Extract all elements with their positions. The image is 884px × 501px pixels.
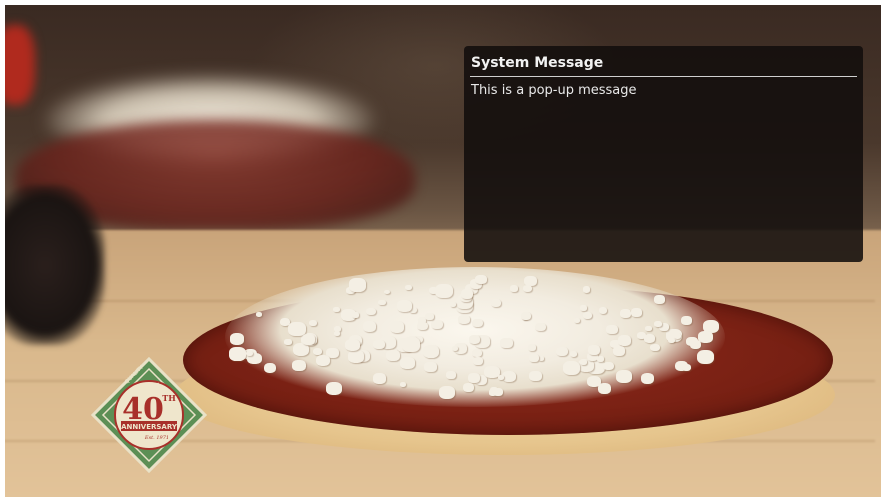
popup-divider: [470, 76, 857, 77]
cheese-crumb: [597, 356, 605, 362]
cheese-crumb: [681, 364, 691, 372]
cheese-crumb: [462, 383, 474, 392]
cheese-crumb: [529, 370, 542, 382]
cheese-crumb: [425, 312, 434, 320]
cheese-crumb: [449, 302, 456, 308]
cheese-crumb: [563, 361, 581, 375]
cheese-crumb: [587, 344, 600, 355]
cheese-crumb: [284, 339, 292, 345]
cheese-crumb: [431, 319, 443, 330]
system-message-popup[interactable]: System Message This is a pop-up message: [464, 46, 863, 262]
cheese-crumb: [555, 346, 568, 357]
cheese-crumb: [475, 274, 487, 284]
cheese-crumb: [385, 350, 400, 362]
popup-title: System Message: [471, 55, 604, 71]
cheese-crumb: [302, 334, 315, 345]
cheese-crumb: [438, 385, 456, 399]
cheese-crumb: [434, 284, 453, 299]
cheese-crumb: [458, 314, 470, 324]
cheese-crumb: [451, 345, 459, 351]
cheese-crumb: [469, 334, 481, 344]
cheese-crumb: [615, 369, 632, 383]
cheese-crumb: [520, 312, 532, 321]
cheese-crumb: [445, 371, 456, 380]
cheese-crumb: [347, 350, 364, 363]
cheese-crumb: [472, 348, 483, 358]
cheese-crumb: [349, 278, 366, 292]
cheese-crumb: [654, 295, 665, 304]
cheese-crumb: [597, 383, 612, 395]
cheese-crumb: [631, 308, 643, 317]
cheese-crumb: [472, 318, 484, 328]
cheese-crumb: [308, 319, 317, 327]
cheese-crumb: [696, 349, 715, 364]
cheese-crumb: [461, 288, 474, 299]
cheese-crumb: [292, 342, 310, 357]
cheese-crumb: [491, 298, 502, 307]
cheese-crumb: [538, 356, 545, 361]
cheese-crumb: [574, 317, 581, 323]
logo-year: Est. 1971: [144, 435, 169, 441]
cheese-crumb: [500, 338, 513, 349]
cheese-crumb: [689, 340, 701, 350]
cheese-crumb: [399, 357, 415, 370]
cheese-crumb: [501, 370, 517, 383]
logo-superscript: TH: [162, 393, 176, 403]
cheese-crumb: [333, 306, 340, 312]
cheese-crumb: [229, 333, 245, 345]
cheese-crumb: [529, 353, 540, 362]
background-vegetable: [5, 185, 105, 345]
cheese-crumb: [497, 374, 505, 381]
cheese-crumb: [472, 356, 483, 365]
cheese-crumb: [402, 337, 420, 352]
cheese-crumb: [680, 316, 692, 325]
video-player[interactable]: QUALITY AUTHENTIC INTEGRITY FAMILY 40 TH…: [5, 5, 881, 497]
background-red-object: [5, 25, 35, 105]
cheese-crumb: [424, 362, 437, 373]
cheese-crumb: [372, 339, 385, 350]
cheese-crumb: [315, 354, 331, 367]
cheese-crumb: [468, 373, 481, 383]
cheese-crumb: [606, 324, 618, 334]
cheese-crumb: [352, 311, 360, 318]
cheese-crumb: [493, 388, 503, 396]
cheese-crumb: [582, 286, 591, 293]
cheese-crumb: [582, 312, 592, 320]
cheese-crumb: [292, 359, 307, 371]
cheese-crumb: [522, 284, 533, 293]
cheese-crumb: [325, 382, 342, 396]
cheese-crumb: [417, 321, 429, 331]
cheese-crumb: [654, 321, 662, 328]
cheese-crumb: [650, 343, 660, 351]
cheese-crumb: [363, 321, 377, 332]
cheese-crumb: [569, 350, 578, 357]
cheese-crumb: [229, 347, 246, 361]
cheese-crumb: [333, 330, 340, 336]
cheese-crumb: [378, 299, 386, 306]
cheese-crumb: [255, 311, 262, 317]
cheese-crumb: [422, 345, 440, 359]
cheese-crumb: [509, 285, 519, 292]
cheese-crumb: [345, 339, 361, 352]
cheese-crumb: [366, 307, 376, 316]
cheese-crumb: [645, 325, 652, 331]
cheese-crumb: [263, 362, 277, 373]
cheese-crumb: [373, 373, 386, 384]
cheese-crumb: [389, 321, 405, 333]
cheese-crumb: [527, 343, 536, 351]
cheese-crumb: [618, 335, 632, 346]
popup-message: This is a pop-up message: [471, 83, 637, 98]
cheese-crumb: [535, 322, 546, 332]
logo-banner: ANNIVERSARY: [121, 423, 178, 431]
anniversary-logo: QUALITY AUTHENTIC INTEGRITY FAMILY 40 TH…: [91, 357, 207, 473]
cheese-crumb: [397, 299, 413, 312]
cheese-crumb: [613, 346, 625, 356]
